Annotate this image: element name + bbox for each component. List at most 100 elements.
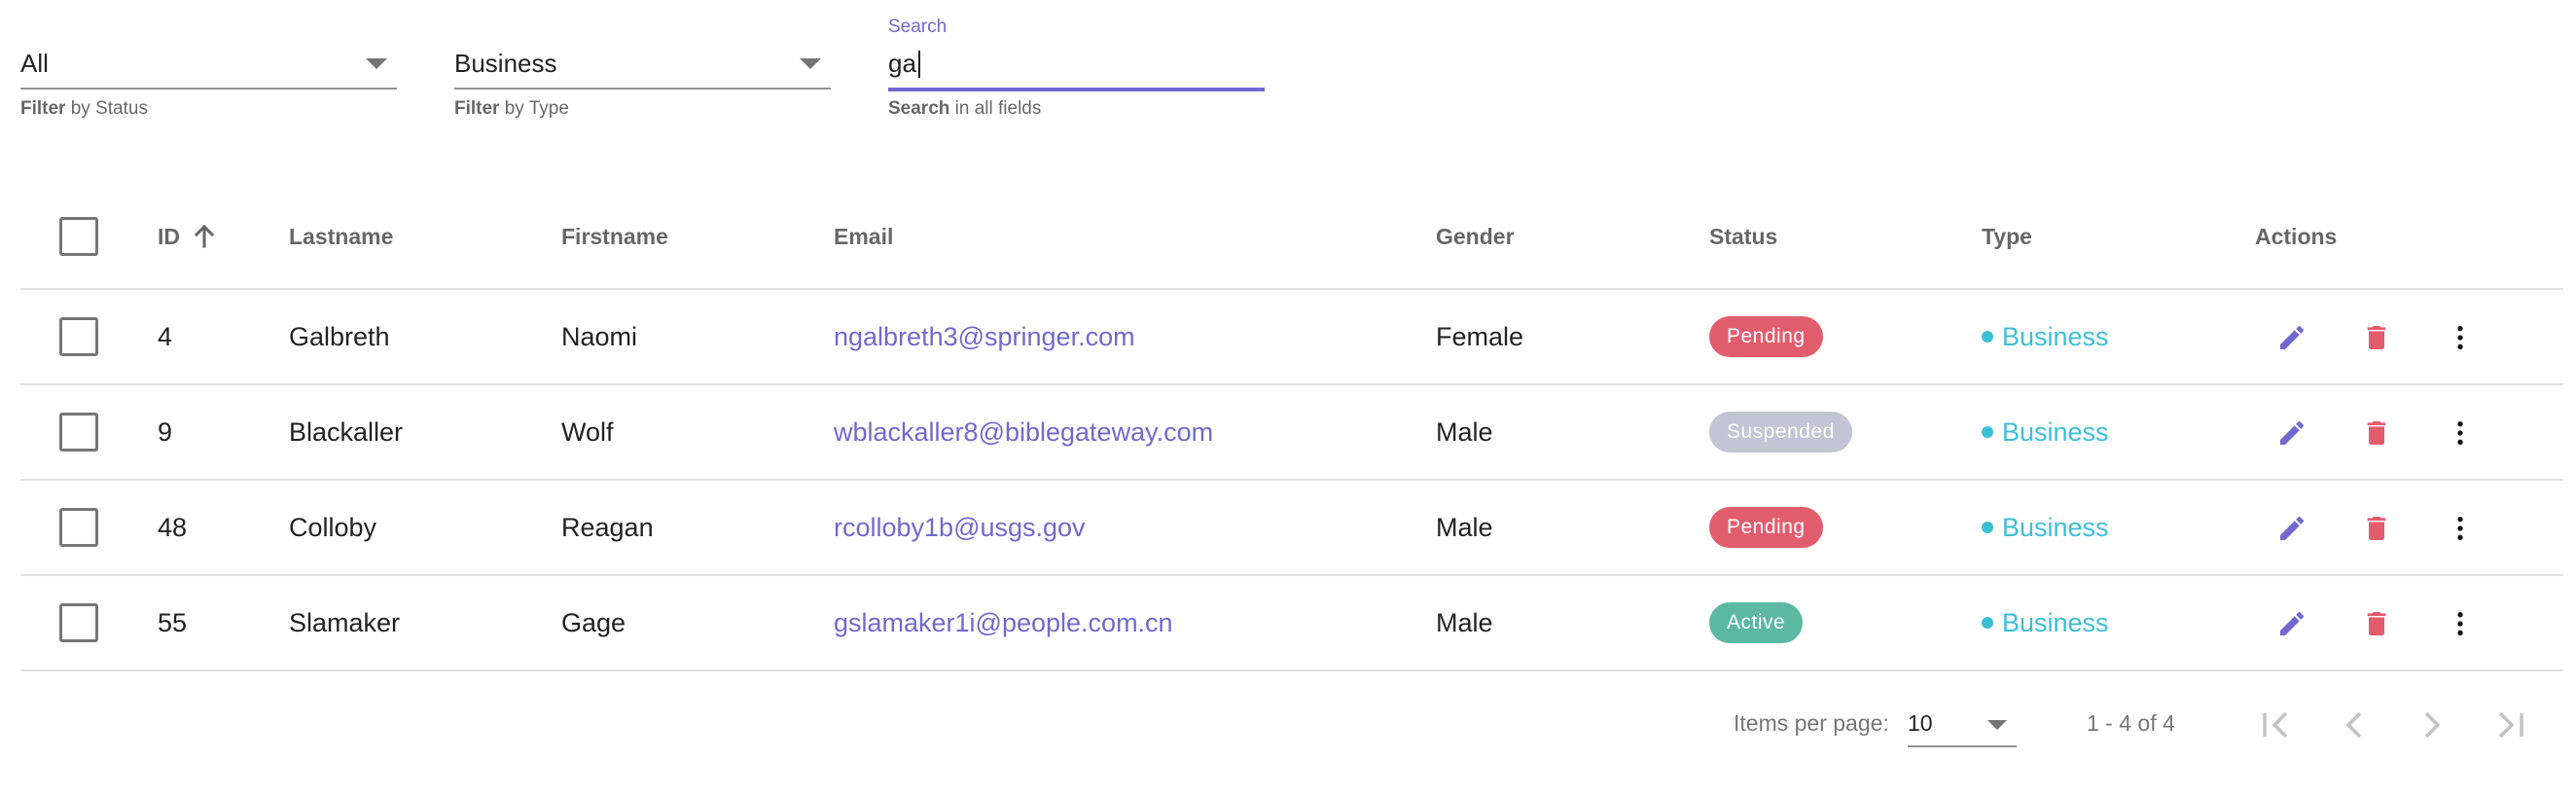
email-link[interactable]: ngalbreth3@springer.com: [834, 322, 1135, 352]
row-checkbox[interactable]: [59, 508, 98, 547]
page-range-label: 1 - 4 of 4: [2087, 710, 2175, 736]
table-row[interactable]: 48 Colloby Reagan rcolloby1b@usgs.gov Male Pe…: [20, 481, 2563, 576]
status-filter-hint-text: by Status: [65, 98, 148, 119]
delete-button[interactable]: [2357, 318, 2396, 357]
type-chip: Business: [1982, 513, 2109, 543]
first-page-icon: [2263, 711, 2288, 739]
type-chip: Business: [1982, 608, 2109, 638]
email-link[interactable]: rcolloby1b@usgs.gov: [834, 513, 1086, 543]
row-select-cell: [59, 290, 98, 383]
email-link[interactable]: gslamaker1i@people.com.cn: [834, 608, 1173, 638]
next-page-button[interactable]: [2411, 704, 2453, 746]
more-vertical-icon: [2457, 421, 2463, 445]
trash-icon: [2367, 517, 2386, 540]
cell-type: Business: [1982, 385, 2109, 479]
select-all-checkbox[interactable]: [59, 217, 98, 256]
status-select-value: All: [20, 49, 49, 78]
row-checkbox[interactable]: [59, 317, 98, 356]
select-all-cell: [59, 185, 98, 288]
cell-type: Business: [1982, 576, 2109, 669]
pencil-icon: [2280, 611, 2305, 635]
row-select-cell: [59, 385, 98, 479]
edit-button[interactable]: [2272, 414, 2311, 452]
pencil-icon: [2280, 420, 2305, 445]
cell-id: 48: [158, 512, 188, 542]
search-hint-bold: Search: [888, 98, 950, 119]
more-options-button[interactable]: [2441, 509, 2480, 548]
more-options-button[interactable]: [2441, 414, 2480, 452]
previous-page-button[interactable]: [2333, 704, 2376, 746]
cell-firstname: Wolf: [561, 416, 614, 447]
last-page-icon: [2498, 711, 2523, 739]
table-header-row: ID Lastname Firstname Email Gender Statu…: [20, 185, 2563, 290]
cell-firstname: Reagan: [561, 512, 654, 542]
row-checkbox[interactable]: [59, 413, 98, 452]
search-hint: Search in all fields: [888, 97, 1041, 121]
column-header-email[interactable]: Email: [834, 185, 893, 288]
page-size-select[interactable]: 10: [1908, 703, 2017, 747]
status-filter-hint: Filter by Status: [20, 97, 148, 121]
row-checkbox[interactable]: [59, 603, 98, 642]
type-dot-icon: [1982, 617, 1993, 629]
cell-email: gslamaker1i@people.com.cn: [834, 576, 1173, 669]
delete-button[interactable]: [2357, 604, 2396, 643]
table-row[interactable]: 4 Galbreth Naomi ngalbreth3@springer.com Fem…: [20, 290, 2563, 385]
cell-gender: Male: [1436, 607, 1493, 637]
items-per-page-label: Items per page:: [1734, 710, 1889, 736]
edit-button[interactable]: [2272, 604, 2311, 643]
dropdown-arrow-icon[interactable]: [1987, 720, 2007, 730]
more-vertical-icon: [2457, 326, 2463, 349]
delete-button[interactable]: [2357, 414, 2396, 452]
cell-id: 4: [158, 321, 173, 351]
trash-icon: [2367, 421, 2386, 445]
status-filter-hint-bold: Filter: [20, 98, 66, 119]
pencil-icon: [2280, 516, 2305, 540]
column-header-gender[interactable]: Gender: [1436, 185, 1515, 288]
search-input[interactable]: [888, 45, 1258, 82]
table-body: 4 Galbreth Naomi ngalbreth3@springer.com Fem…: [20, 290, 2563, 671]
email-link[interactable]: wblackaller8@biblegateway.com: [834, 417, 1213, 448]
cell-type: Business: [1982, 481, 2109, 574]
more-options-button[interactable]: [2441, 604, 2480, 643]
cell-status: Suspended: [1709, 385, 1852, 479]
users-table-page: All Filter by Status Business Filter by …: [0, 0, 2576, 796]
last-page-button[interactable]: [2488, 704, 2531, 746]
edit-button[interactable]: [2272, 509, 2311, 548]
row-select-cell: [59, 576, 98, 669]
type-filter-hint: Filter by Type: [454, 97, 569, 121]
cell-email: rcolloby1b@usgs.gov: [834, 481, 1086, 574]
type-filter-hint-bold: Filter: [454, 98, 500, 119]
status-select[interactable]: All: [20, 43, 397, 90]
search-hint-text: in all fields: [949, 98, 1042, 119]
dropdown-arrow-icon[interactable]: [800, 58, 821, 69]
type-dot-icon: [1982, 522, 1993, 533]
cell-firstname: Naomi: [561, 321, 638, 351]
dropdown-arrow-icon[interactable]: [366, 58, 387, 69]
delete-button[interactable]: [2357, 509, 2396, 548]
type-select[interactable]: Business: [454, 43, 831, 90]
arrow-up-icon[interactable]: [194, 225, 215, 248]
column-header-lastname[interactable]: Lastname: [289, 185, 393, 288]
trash-icon: [2367, 612, 2386, 635]
column-header-id[interactable]: ID: [158, 185, 215, 288]
first-page-button[interactable]: [2255, 704, 2298, 746]
column-header-status[interactable]: Status: [1709, 185, 1777, 288]
cell-email: ngalbreth3@springer.com: [834, 290, 1135, 383]
chevron-left-icon: [2345, 711, 2362, 739]
column-header-firstname[interactable]: Firstname: [561, 185, 668, 288]
trash-icon: [2367, 326, 2386, 349]
table-row[interactable]: 55 Slamaker Gage gslamaker1i@people.com.cn M…: [20, 576, 2563, 671]
cell-status: Pending: [1709, 481, 1823, 574]
cell-lastname: Colloby: [289, 512, 377, 542]
cell-lastname: Galbreth: [289, 321, 390, 351]
table-row[interactable]: 9 Blackaller Wolf wblackaller8@biblegateway…: [20, 385, 2563, 481]
status-badge: Pending: [1709, 316, 1823, 357]
column-header-type[interactable]: Type: [1982, 185, 2032, 288]
cell-status: Pending: [1709, 290, 1823, 383]
cell-id: 55: [158, 607, 188, 637]
type-label: Business: [2002, 321, 2109, 351]
type-dot-icon: [1982, 331, 1993, 343]
more-options-button[interactable]: [2441, 318, 2480, 357]
search-input-wrapper[interactable]: [888, 43, 1265, 91]
edit-button[interactable]: [2272, 318, 2311, 357]
